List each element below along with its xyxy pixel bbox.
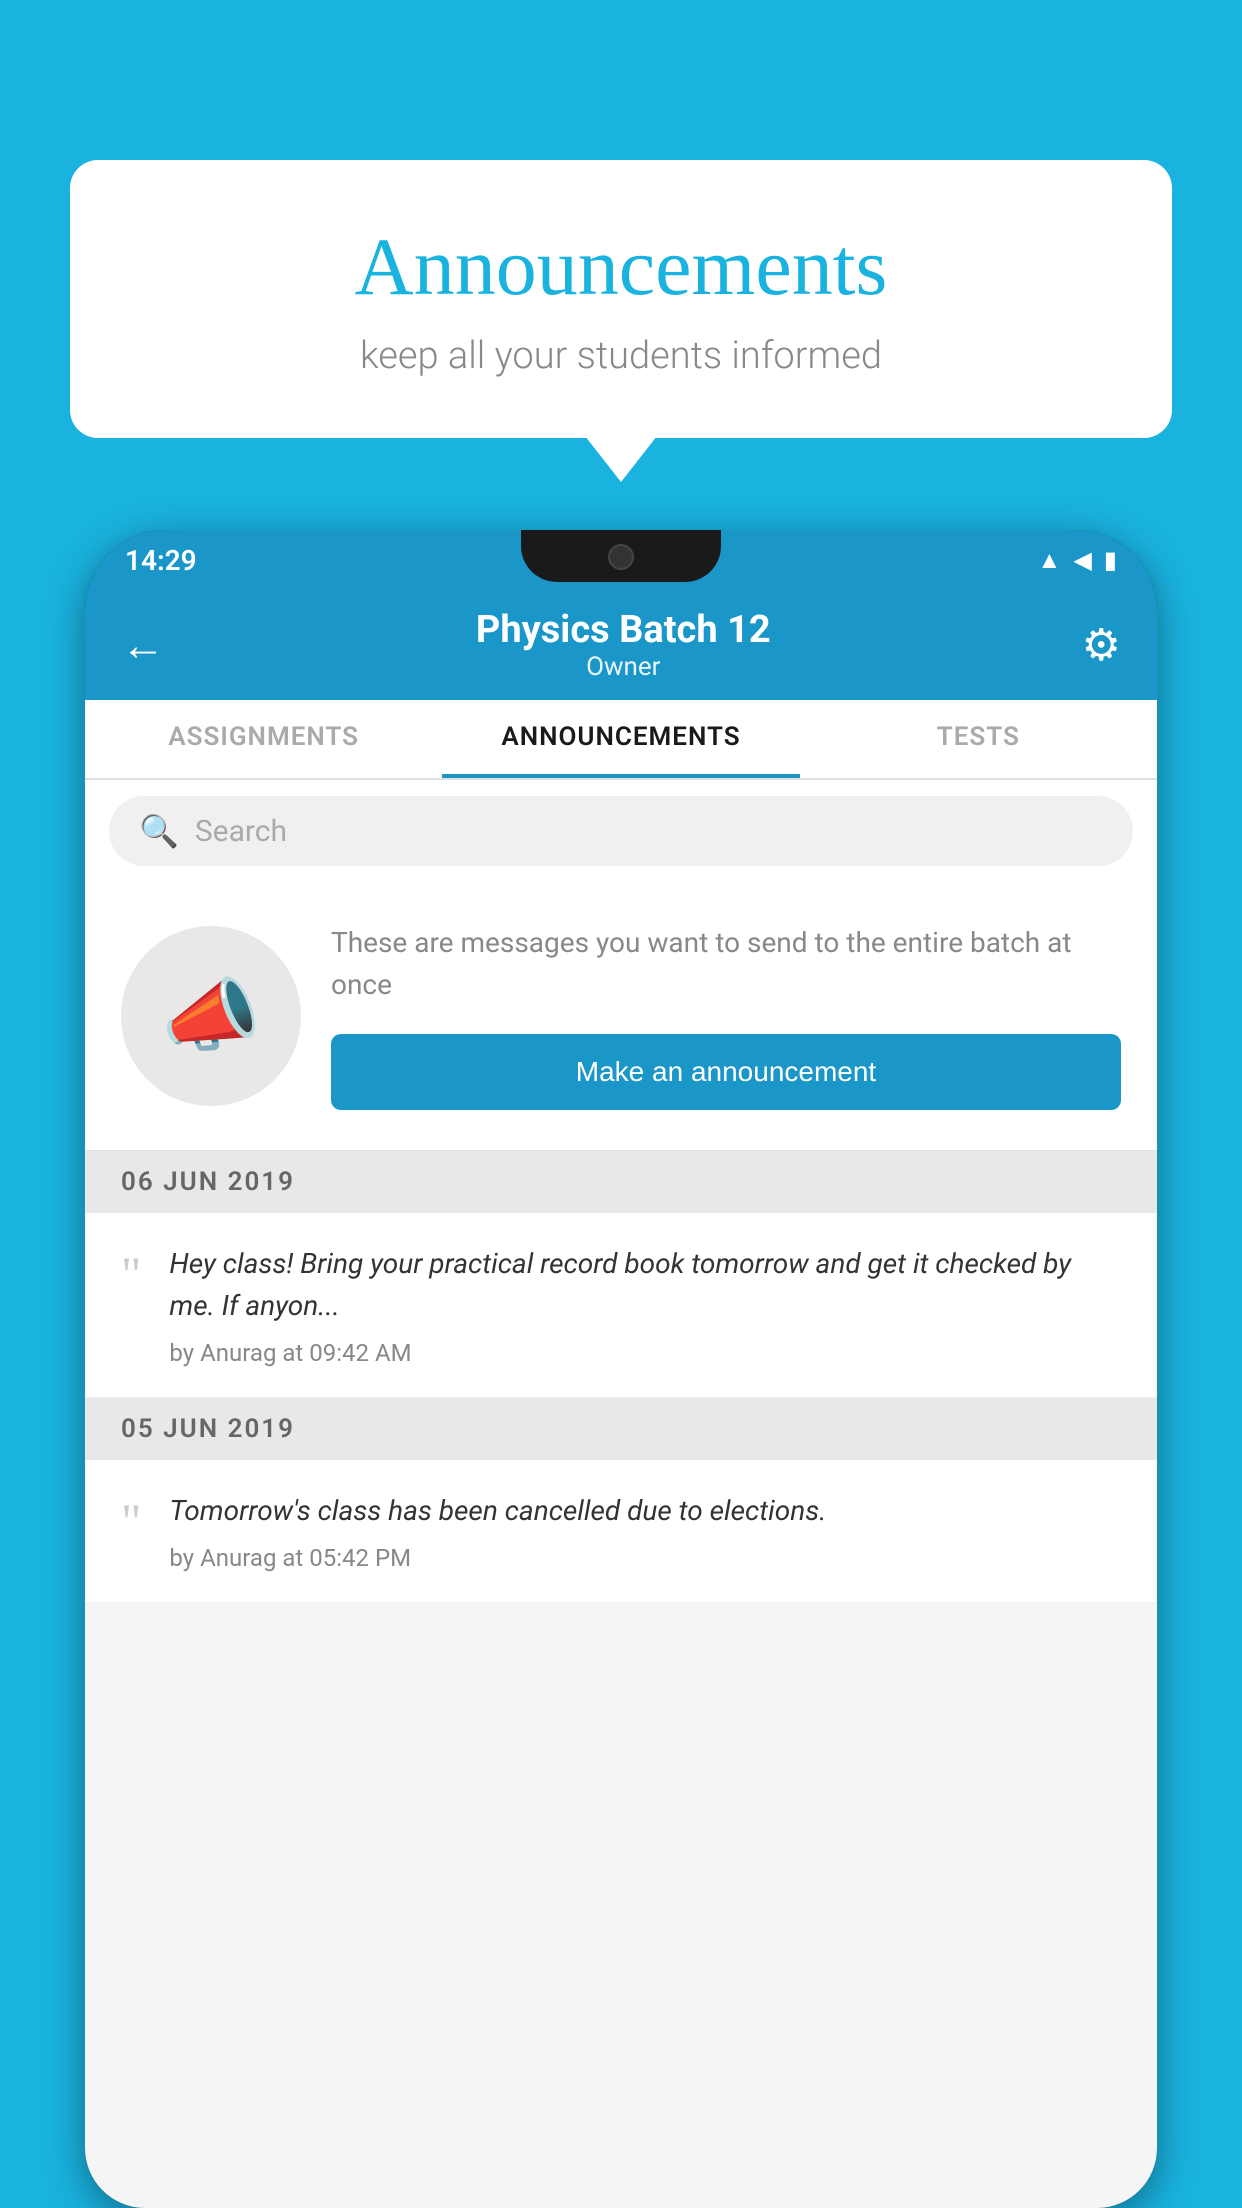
promo-description: These are messages you want to send to t… bbox=[331, 922, 1121, 1006]
promo-content: These are messages you want to send to t… bbox=[331, 922, 1121, 1110]
speech-bubble: Announcements keep all your students inf… bbox=[70, 160, 1172, 438]
announcement-text-1: Hey class! Bring your practical record b… bbox=[169, 1243, 1121, 1327]
app-bar-title: Physics Batch 12 bbox=[165, 608, 1082, 652]
speech-bubble-subtitle: keep all your students informed bbox=[130, 334, 1112, 378]
announcement-meta-1: by Anurag at 09:42 AM bbox=[169, 1339, 1121, 1367]
status-time: 14:29 bbox=[125, 544, 197, 577]
phone-frame: 14:29 ▲ ◀ ▮ ← Physics Batch 12 Owner ⚙ A… bbox=[85, 530, 1157, 2208]
announcement-content-1: Hey class! Bring your practical record b… bbox=[169, 1243, 1121, 1367]
promo-card: 📣 These are messages you want to send to… bbox=[85, 882, 1157, 1151]
speech-bubble-title: Announcements bbox=[130, 220, 1112, 314]
app-bar-title-container: Physics Batch 12 Owner bbox=[165, 608, 1082, 682]
settings-icon[interactable]: ⚙ bbox=[1082, 619, 1121, 671]
speech-bubble-container: Announcements keep all your students inf… bbox=[70, 160, 1172, 438]
app-bar-subtitle: Owner bbox=[165, 652, 1082, 682]
status-icons: ▲ ◀ ▮ bbox=[1038, 546, 1117, 575]
app-bar: ← Physics Batch 12 Owner ⚙ bbox=[85, 590, 1157, 700]
promo-icon-circle: 📣 bbox=[121, 926, 301, 1106]
back-button[interactable]: ← bbox=[121, 619, 165, 671]
announcement-content-2: Tomorrow's class has been cancelled due … bbox=[169, 1490, 1121, 1572]
search-icon: 🔍 bbox=[139, 812, 179, 850]
search-placeholder: Search bbox=[195, 814, 287, 849]
search-container: 🔍 Search bbox=[85, 780, 1157, 882]
wifi-icon: ▲ bbox=[1038, 546, 1062, 575]
battery-icon: ▮ bbox=[1104, 546, 1117, 574]
announcement-text-2: Tomorrow's class has been cancelled due … bbox=[169, 1490, 1121, 1532]
search-bar[interactable]: 🔍 Search bbox=[109, 796, 1133, 866]
quote-icon-1: " bbox=[121, 1249, 141, 1367]
tab-assignments[interactable]: ASSIGNMENTS bbox=[85, 700, 442, 778]
signal-icon: ◀ bbox=[1073, 546, 1091, 574]
quote-icon-2: " bbox=[121, 1496, 141, 1572]
make-announcement-button[interactable]: Make an announcement bbox=[331, 1034, 1121, 1110]
tab-announcements[interactable]: ANNOUNCEMENTS bbox=[442, 700, 799, 778]
phone-notch bbox=[521, 530, 721, 582]
announcement-item-2[interactable]: " Tomorrow's class has been cancelled du… bbox=[85, 1460, 1157, 1603]
phone-camera bbox=[608, 544, 634, 570]
announcement-meta-2: by Anurag at 05:42 PM bbox=[169, 1544, 1121, 1572]
megaphone-icon: 📣 bbox=[161, 969, 261, 1063]
phone-content: 🔍 Search 📣 These are messages you want t… bbox=[85, 780, 1157, 2208]
announcement-item-1[interactable]: " Hey class! Bring your practical record… bbox=[85, 1213, 1157, 1398]
date-separator-2: 05 JUN 2019 bbox=[85, 1398, 1157, 1460]
tabs-container: ASSIGNMENTS ANNOUNCEMENTS TESTS bbox=[85, 700, 1157, 780]
tab-tests[interactable]: TESTS bbox=[800, 700, 1157, 778]
date-separator-1: 06 JUN 2019 bbox=[85, 1151, 1157, 1213]
